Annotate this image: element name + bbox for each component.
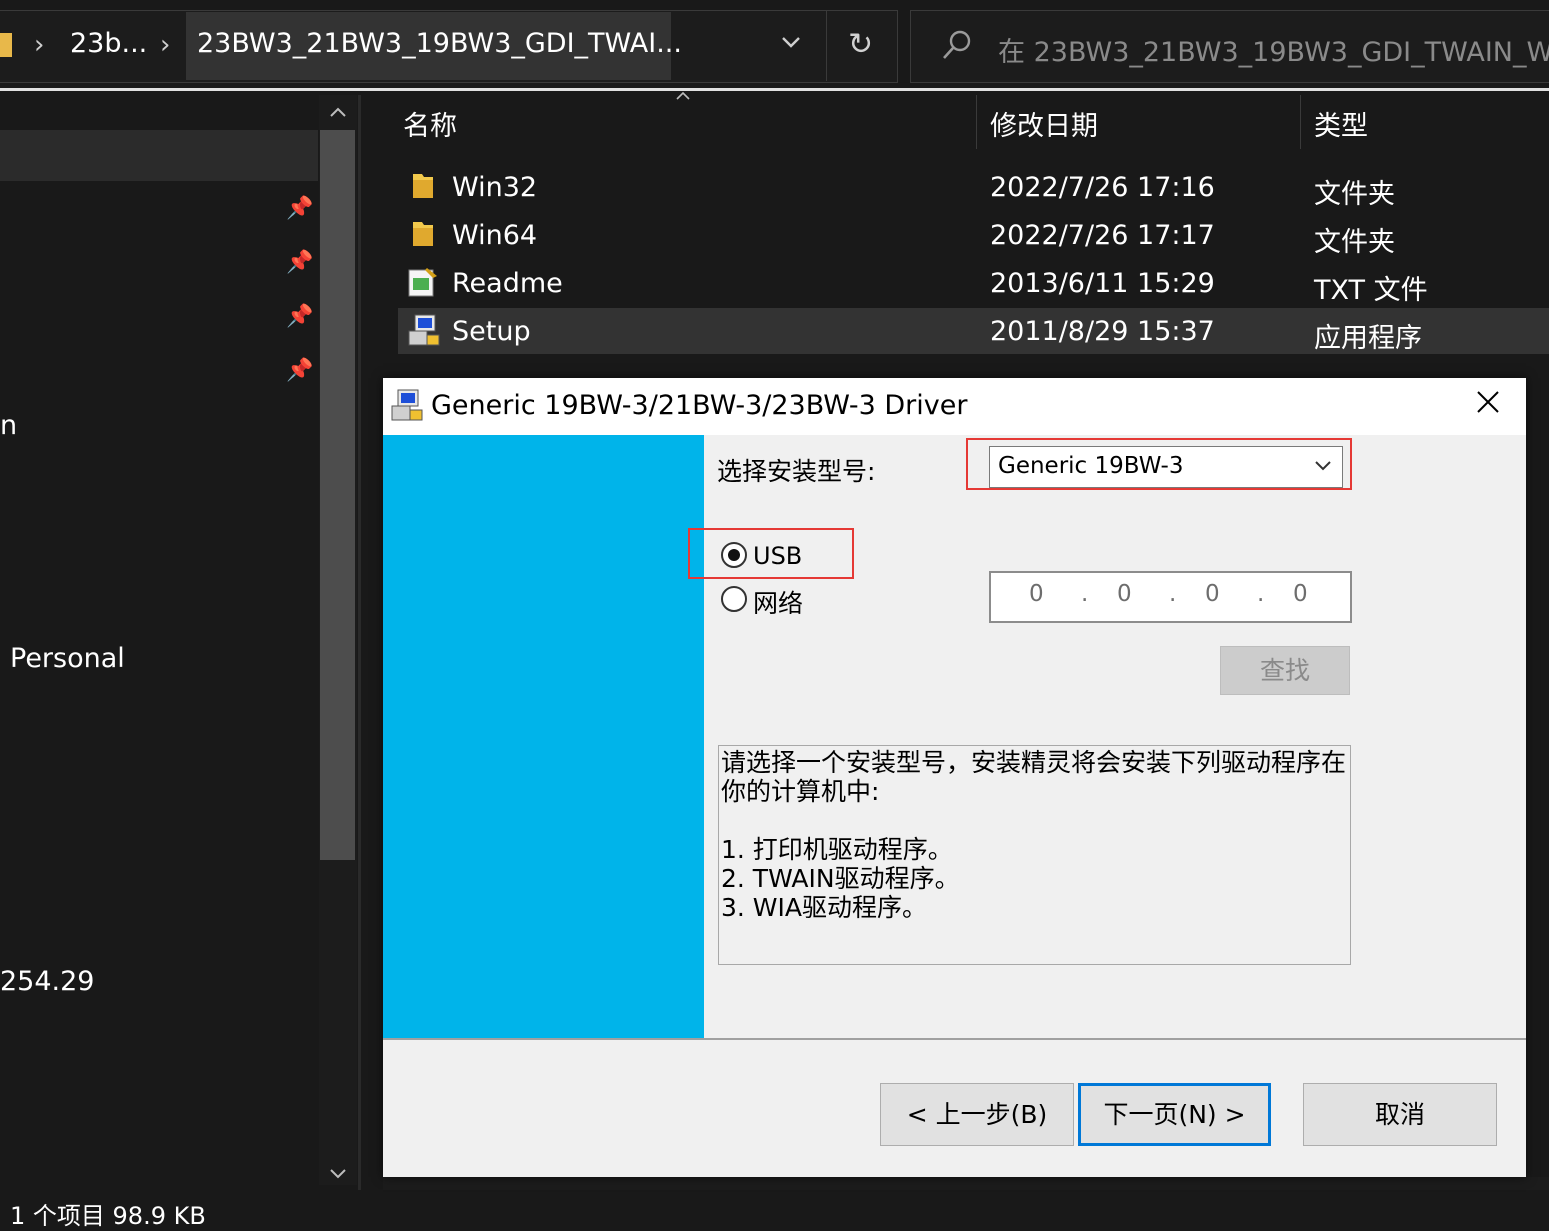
installer-icon bbox=[407, 313, 441, 347]
next-button[interactable]: 下一页(N) > bbox=[1078, 1083, 1271, 1146]
nav-scrollbar-thumb[interactable] bbox=[320, 130, 355, 860]
file-name[interactable]: Win32 bbox=[452, 172, 537, 203]
pin-icon[interactable]: 📌 bbox=[286, 196, 313, 221]
ip-octet[interactable]: 0 bbox=[1293, 581, 1308, 607]
cancel-button[interactable]: 取消 bbox=[1303, 1083, 1497, 1146]
pin-icon[interactable]: 📌 bbox=[286, 358, 313, 383]
nav-item[interactable]: 254.29 bbox=[0, 966, 94, 997]
file-type: 文件夹 bbox=[1314, 179, 1395, 210]
ip-dot: . bbox=[1169, 581, 1177, 607]
scroll-down-icon[interactable] bbox=[329, 1162, 347, 1186]
dialog-title: Generic 19BW-3/21BW-3/23BW-3 Driver bbox=[431, 390, 968, 421]
back-button[interactable]: < 上一步(B) bbox=[880, 1083, 1074, 1146]
breadcrumb-item-current[interactable]: 23BW3_21BW3_19BW3_GDI_TWAI... bbox=[197, 28, 682, 59]
search-icon bbox=[940, 28, 974, 62]
divider bbox=[0, 88, 1549, 91]
network-radio[interactable] bbox=[721, 586, 747, 612]
chevron-down-icon[interactable] bbox=[1312, 454, 1334, 481]
network-label[interactable]: 网络 bbox=[753, 584, 803, 620]
file-name[interactable]: Win64 bbox=[452, 220, 537, 251]
file-type: 文件夹 bbox=[1314, 227, 1395, 258]
side-banner bbox=[383, 435, 704, 1038]
ip-octet[interactable]: 0 bbox=[1205, 581, 1220, 607]
find-button[interactable]: 查找 bbox=[1220, 646, 1350, 695]
model-label: 选择安装型号: bbox=[717, 457, 876, 486]
nav-item[interactable]: n bbox=[0, 410, 17, 441]
file-type: 应用程序 bbox=[1314, 323, 1422, 354]
scroll-up-icon[interactable] bbox=[329, 100, 347, 124]
description-text: 请选择一个安装型号，安装精灵将会安装下列驱动程序在你的计算机中: 1. 打印机驱… bbox=[721, 748, 1347, 922]
pane-divider[interactable] bbox=[358, 95, 361, 1195]
installer-dialog: Generic 19BW-3/21BW-3/23BW-3 Driver 选择安装… bbox=[383, 378, 1526, 1177]
text-file-icon bbox=[407, 266, 439, 298]
folder-icon bbox=[410, 172, 436, 200]
pin-icon[interactable]: 📌 bbox=[286, 304, 313, 329]
installer-icon bbox=[390, 388, 424, 422]
description-box: 请选择一个安装型号，安装精灵将会安装下列驱动程序在你的计算机中: 1. 打印机驱… bbox=[718, 745, 1351, 965]
divider bbox=[383, 1038, 1526, 1040]
folder-icon bbox=[0, 33, 12, 57]
usb-radio[interactable] bbox=[721, 542, 747, 568]
file-date: 2022/7/26 17:17 bbox=[990, 220, 1215, 251]
ip-octet[interactable]: 0 bbox=[1029, 581, 1044, 607]
chevron-right-icon[interactable]: › bbox=[160, 30, 170, 60]
column-header-date[interactable]: 修改日期 bbox=[990, 104, 1098, 143]
file-date: 2013/6/11 15:29 bbox=[990, 268, 1215, 299]
model-select[interactable]: Generic 19BW-3 bbox=[989, 446, 1343, 488]
file-date: 2022/7/26 17:16 bbox=[990, 172, 1215, 203]
chevron-down-icon[interactable] bbox=[779, 30, 803, 60]
folder-icon bbox=[410, 220, 436, 248]
column-header-name[interactable]: 名称 bbox=[403, 104, 457, 143]
breadcrumb-item-parent[interactable]: 23b... bbox=[70, 28, 147, 59]
horizontal-scrollbar[interactable] bbox=[383, 1177, 1549, 1190]
status-bar bbox=[0, 1190, 1549, 1218]
divider bbox=[826, 10, 827, 81]
close-icon[interactable] bbox=[1473, 386, 1503, 426]
ip-dot: . bbox=[1081, 581, 1089, 607]
pin-icon[interactable]: 📌 bbox=[286, 250, 313, 275]
ip-dot: . bbox=[1257, 581, 1265, 607]
radio-selected-dot bbox=[728, 549, 740, 561]
model-select-value: Generic 19BW-3 bbox=[998, 453, 1184, 479]
file-date: 2011/8/29 15:37 bbox=[990, 316, 1215, 347]
ip-address-input[interactable]: 0 . 0 . 0 . 0 bbox=[989, 571, 1352, 623]
column-header-type[interactable]: 类型 bbox=[1314, 104, 1368, 143]
sort-ascending-icon bbox=[675, 86, 691, 105]
file-name[interactable]: Readme bbox=[452, 268, 563, 299]
ip-octet[interactable]: 0 bbox=[1117, 581, 1132, 607]
refresh-icon[interactable]: ↻ bbox=[848, 27, 873, 62]
nav-item-selected[interactable] bbox=[0, 130, 318, 181]
column-divider[interactable] bbox=[1300, 95, 1301, 149]
file-type: TXT 文件 bbox=[1314, 275, 1428, 306]
nav-item[interactable]: Personal bbox=[10, 643, 125, 674]
column-divider[interactable] bbox=[976, 95, 977, 149]
usb-label[interactable]: USB bbox=[753, 542, 802, 570]
file-name[interactable]: Setup bbox=[452, 316, 531, 347]
search-placeholder: 在 23BW3_21BW3_19BW3_GDI_TWAIN_WIA bbox=[998, 37, 1549, 68]
chevron-right-icon[interactable]: › bbox=[34, 30, 44, 60]
status-text: 1 个项目 98.9 KB bbox=[10, 1202, 206, 1230]
